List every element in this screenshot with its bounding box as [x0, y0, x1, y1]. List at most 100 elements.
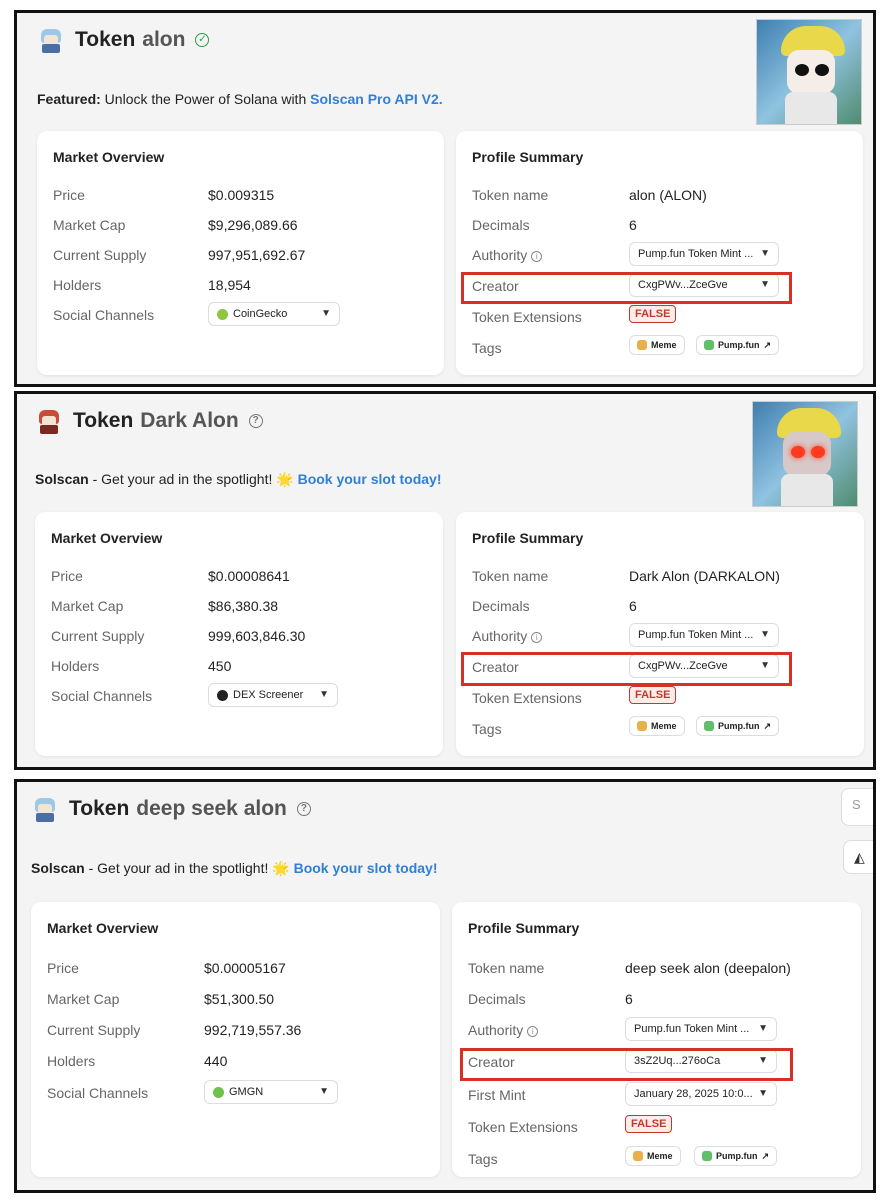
dexscreener-icon: [217, 689, 228, 701]
row-label: Authority i: [468, 1022, 539, 1038]
market-overview-card: Market Overview Price $0.00005167 Market …: [31, 902, 440, 1177]
row-value: 440: [204, 1053, 228, 1069]
profile-row: First Mint January 28, 2025 10:0... ▼: [468, 1082, 851, 1107]
token-name-value: Dark Alon (DARKALON): [629, 568, 780, 584]
row-label: Price: [53, 187, 85, 203]
search-text: S: [852, 797, 861, 812]
banner-link[interactable]: Book your slot today!: [294, 860, 438, 876]
banner-link[interactable]: Book your slot today!: [298, 471, 442, 487]
row-value: 450: [208, 658, 232, 674]
tag-meme[interactable]: Meme: [629, 335, 685, 355]
token-label: Token: [69, 797, 130, 820]
pill-icon: [704, 340, 714, 350]
extensions-badge: FALSE: [629, 305, 677, 323]
creator-select[interactable]: CxgPWv...ZceGve ▼: [629, 273, 779, 297]
chevron-down-icon: ▼: [321, 308, 331, 319]
social-value: DEX Screener: [233, 689, 304, 701]
pill-icon: [704, 721, 714, 731]
social-label: Social Channels: [51, 688, 153, 704]
tag-meme[interactable]: Meme: [625, 1146, 681, 1166]
help-icon[interactable]: ?: [296, 802, 311, 816]
row-label: Creator: [472, 278, 519, 294]
row-value: $0.00008641: [208, 568, 290, 584]
info-icon[interactable]: i: [527, 1026, 539, 1037]
creator-value: CxgPWv...ZceGve: [638, 660, 728, 672]
row-value: $0.009315: [208, 187, 275, 203]
authority-select[interactable]: Pump.fun Token Mint ... ▼: [629, 623, 779, 647]
banner-link[interactable]: Solscan Pro API V2.: [310, 91, 443, 107]
authority-select[interactable]: Pump.fun Token Mint ... ▼: [629, 242, 779, 266]
profile-row: Token name deep seek alon (deepalon): [468, 960, 851, 980]
token-panel-alon: Token alon ✓ Featured: Unlock the Power …: [14, 10, 876, 387]
authority-select[interactable]: Pump.fun Token Mint ... ▼: [625, 1017, 777, 1041]
creator-select[interactable]: CxgPWv...ZceGve ▼: [629, 654, 779, 678]
row-label: Holders: [53, 277, 102, 293]
profile-row: Token name Dark Alon (DARKALON): [472, 568, 854, 588]
chevron-down-icon: ▼: [760, 248, 770, 259]
tag-label: Meme: [647, 1151, 673, 1161]
row-label: Tags: [472, 721, 502, 737]
banner-text: Unlock the Power of Solana with: [100, 91, 311, 107]
external-link-icon: ↗: [763, 339, 772, 350]
search-input[interactable]: S: [841, 788, 873, 826]
profile-summary-title: Profile Summary: [472, 149, 584, 165]
social-label: Social Channels: [47, 1085, 149, 1101]
meme-icon: [633, 1151, 643, 1161]
row-label: Price: [51, 568, 83, 584]
first-mint-select[interactable]: January 28, 2025 10:0... ▼: [625, 1082, 777, 1106]
banner-prefix: Solscan: [31, 860, 85, 876]
external-link-icon: ↗: [763, 720, 772, 731]
row-label: Holders: [47, 1053, 96, 1069]
market-row: Market Cap $86,380.38: [51, 598, 433, 618]
row-label: Token Extensions: [472, 309, 582, 325]
token-image: [756, 19, 862, 125]
row-label: Current Supply: [51, 628, 145, 644]
row-label: Tags: [468, 1151, 498, 1167]
row-label: Token name: [468, 960, 545, 976]
profile-summary-title: Profile Summary: [468, 920, 580, 936]
profile-row: Authority i Pump.fun Token Mint ... ▼: [472, 623, 854, 648]
market-row: Price $0.009315: [53, 187, 434, 207]
token-panel-deep-seek-alon: Token deep seek alon ? S ◭ Solscan - Get…: [14, 779, 876, 1193]
tag-pumpfun[interactable]: Pump.fun ↗: [696, 716, 780, 736]
market-row: Price $0.00008641: [51, 568, 433, 588]
token-name: alon: [142, 28, 186, 51]
tag-pumpfun[interactable]: Pump.fun ↗: [694, 1146, 778, 1166]
chevron-down-icon: ▼: [758, 1055, 768, 1066]
profile-summary-card: Profile Summary Token name deep seek alon…: [452, 902, 861, 1177]
profile-row: Decimals 6: [472, 217, 853, 237]
token-logo: [31, 795, 59, 823]
social-channels-select[interactable]: CoinGecko ▼: [208, 302, 340, 326]
help-icon[interactable]: ?: [248, 414, 263, 428]
extensions-badge: FALSE: [629, 686, 677, 704]
token-image: [752, 401, 858, 507]
row-label: Decimals: [468, 991, 526, 1007]
authority-value: Pump.fun Token Mint ...: [634, 1023, 750, 1035]
profile-row: Authority i Pump.fun Token Mint ... ▼: [472, 242, 853, 267]
row-label: Current Supply: [53, 247, 147, 263]
meme-icon: [637, 721, 647, 731]
row-label: Decimals: [472, 598, 530, 614]
social-row: Social Channels CoinGecko ▼: [53, 302, 434, 327]
social-channels-select[interactable]: DEX Screener ▼: [208, 683, 338, 707]
page-title: Token deep seek alon ?: [31, 794, 311, 824]
row-value: 992,719,557.36: [204, 1022, 302, 1038]
market-row: Holders 450: [51, 658, 433, 678]
info-icon[interactable]: i: [531, 251, 543, 262]
tag-meme[interactable]: Meme: [629, 716, 685, 736]
market-row: Holders 18,954: [53, 277, 434, 297]
creator-select[interactable]: 3sZ2Uq...276oCa ▼: [625, 1049, 777, 1073]
tag-pumpfun[interactable]: Pump.fun ↗: [696, 335, 780, 355]
profile-row: Creator CxgPWv...ZceGve ▼: [472, 273, 853, 298]
meme-icon: [637, 340, 647, 350]
side-button[interactable]: ◭: [843, 840, 873, 874]
tag-label: Meme: [651, 340, 677, 350]
token-label: Token: [73, 409, 134, 432]
row-value: 997,951,692.67: [208, 247, 306, 263]
chevron-down-icon: ▼: [758, 1088, 768, 1099]
profile-summary-title: Profile Summary: [472, 530, 584, 546]
social-channels-select[interactable]: GMGN ▼: [204, 1080, 338, 1104]
info-icon[interactable]: i: [531, 632, 543, 643]
market-overview-title: Market Overview: [53, 149, 165, 165]
authority-value: Pump.fun Token Mint ...: [638, 629, 754, 641]
